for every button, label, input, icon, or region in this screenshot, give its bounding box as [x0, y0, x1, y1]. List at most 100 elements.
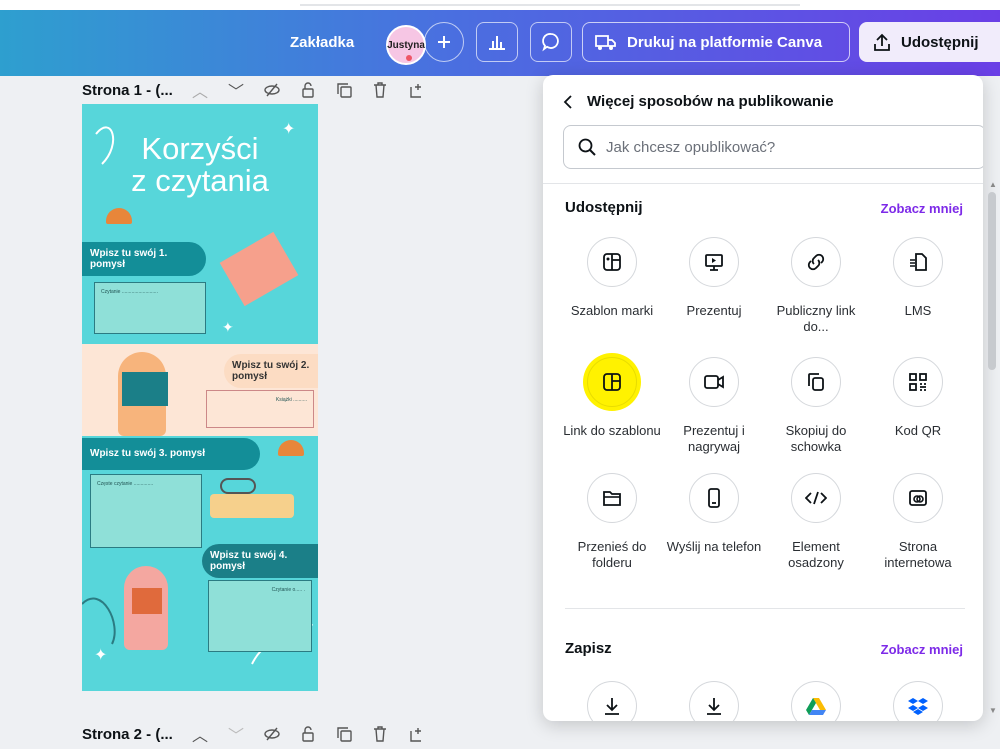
- print-with-canva-button[interactable]: Drukuj na platformie Canva: [582, 22, 850, 62]
- chevron-up-icon[interactable]: ︿: [192, 82, 208, 101]
- tile-circle: [587, 681, 637, 721]
- publish-panel: Więcej sposobów na publikowanie Jak chce…: [543, 75, 983, 721]
- add-page-icon[interactable]: [408, 726, 424, 742]
- avatar-status-dot: [406, 55, 412, 61]
- tile-present[interactable]: Prezentuj: [664, 237, 764, 319]
- tile-google-drive[interactable]: [766, 681, 866, 721]
- share-button[interactable]: Udostępnij: [859, 22, 1000, 62]
- phone-icon: [708, 488, 720, 508]
- tile-move-folder[interactable]: Przenieś do folderu: [562, 473, 662, 571]
- tile-label: Publiczny link do...: [776, 303, 856, 334]
- tile-website[interactable]: Strona internetowa: [868, 473, 968, 571]
- tile-circle: [791, 237, 841, 287]
- search-icon: [578, 138, 596, 156]
- save-see-less-link[interactable]: Zobacz mniej: [881, 642, 963, 657]
- lms-icon: [910, 253, 927, 271]
- tile-label: Strona internetowa: [884, 539, 952, 570]
- tile-circle: [791, 681, 841, 721]
- link-icon: [807, 253, 825, 271]
- hide-icon[interactable]: [264, 82, 280, 98]
- lock-icon[interactable]: [300, 82, 316, 98]
- save-section-title: Zapisz: [565, 640, 612, 657]
- tile-label: Przenieś do folderu: [577, 539, 647, 570]
- reader-book: [122, 372, 168, 406]
- tile-send-phone[interactable]: Wyślij na telefon: [664, 473, 764, 555]
- comments-button[interactable]: [530, 22, 572, 62]
- duplicate-icon[interactable]: [336, 82, 352, 98]
- glasses-illustration: [220, 478, 256, 494]
- note-4: Czytanie o..... .: [208, 580, 312, 652]
- tile-qr-code[interactable]: Kod QR: [868, 357, 968, 439]
- design-page-1[interactable]: ✦ ✦ ✦ Korzyści z czytania Wpisz tu swój …: [82, 104, 318, 691]
- tile-circle: [893, 357, 943, 407]
- tile-circle: [791, 357, 841, 407]
- record-icon: [704, 375, 724, 389]
- panel-title: Więcej sposobów na publikowanie: [587, 93, 834, 110]
- chevron-up-icon[interactable]: ︿: [192, 726, 208, 745]
- search-placeholder: Jak chcesz opublikować?: [606, 138, 776, 156]
- chevron-down-icon[interactable]: ﹀: [228, 82, 244, 101]
- publish-search-input[interactable]: Jak chcesz opublikować?: [563, 125, 983, 169]
- download-icon: [707, 698, 721, 715]
- idea-2-label: Wpisz tu swój 2. pomysł: [224, 354, 318, 388]
- tile-circle: [689, 681, 739, 721]
- share-label: Udostępnij: [901, 33, 979, 51]
- trash-icon[interactable]: [372, 82, 388, 98]
- scroll-up-arrow[interactable]: ▲: [989, 180, 997, 189]
- bookmark-label[interactable]: Zakładka: [290, 34, 354, 51]
- qr-code-icon: [909, 373, 927, 391]
- tile-label: Element osadzony: [788, 539, 844, 570]
- tile-copy-clipboard[interactable]: Skopiuj do schowka: [766, 357, 866, 455]
- tile-lms[interactable]: LMS: [868, 237, 968, 319]
- tile-template-link[interactable]: Link do szablonu: [562, 353, 662, 439]
- print-label: Drukuj na platformie Canva: [627, 33, 823, 51]
- chevron-down-icon[interactable]: ﹀: [228, 726, 244, 745]
- lock-icon[interactable]: [300, 726, 316, 742]
- panel-header: Więcej sposobów na publikowanie: [563, 93, 834, 110]
- trash-icon[interactable]: [372, 726, 388, 742]
- tile-download[interactable]: [562, 681, 662, 721]
- tile-label: Link do szablonu: [563, 423, 661, 438]
- avatar-name: Justyna: [387, 39, 425, 51]
- page-title[interactable]: Strona 1 - (...: [82, 82, 182, 99]
- tile-circle: [791, 473, 841, 523]
- note-3: Częste czytanie ..............: [90, 474, 202, 548]
- back-chevron-icon[interactable]: [563, 94, 573, 109]
- divider: [543, 183, 983, 184]
- avatar[interactable]: Justyna: [386, 25, 426, 65]
- girl-book: [132, 588, 162, 614]
- dropbox-icon: [908, 698, 928, 715]
- comment-icon: [542, 33, 559, 52]
- tile-circle: [893, 681, 943, 721]
- tile-embed[interactable]: Element osadzony: [766, 473, 866, 571]
- tile-brand-template[interactable]: Szablon marki: [562, 237, 662, 319]
- tile-public-link[interactable]: Publiczny link do...: [766, 237, 866, 335]
- design-title-line2: z czytania: [131, 163, 269, 198]
- page-title-2[interactable]: Strona 2 - (...: [82, 726, 182, 743]
- browser-strip: [0, 0, 1000, 10]
- tile-dropbox[interactable]: [868, 681, 968, 721]
- note-1: Czytanie ..........................: [94, 282, 206, 334]
- page-toolbar-2: Strona 2 - (... ︿ ﹀: [82, 722, 424, 746]
- section-separator: [565, 608, 965, 609]
- copy-icon: [808, 373, 824, 391]
- idea-4-label: Wpisz tu swój 4. pomysł: [202, 544, 318, 578]
- insights-button[interactable]: [476, 22, 518, 62]
- add-collaborator-button[interactable]: [424, 22, 464, 62]
- share-section-title: Udostępnij: [565, 199, 643, 216]
- note-2: Książki ..........: [206, 390, 314, 428]
- tile-circle: [893, 237, 943, 287]
- duplicate-icon[interactable]: [336, 726, 352, 742]
- add-page-icon[interactable]: [408, 82, 424, 98]
- panel-scrollbar-thumb[interactable]: [988, 192, 996, 370]
- tile-circle: [893, 473, 943, 523]
- tile-download-2[interactable]: [664, 681, 764, 721]
- truck-icon: [595, 35, 616, 50]
- scroll-down-arrow[interactable]: ▼: [989, 706, 997, 715]
- tile-present-record[interactable]: Prezentuj i nagrywaj: [664, 357, 764, 455]
- svg-text:✦: ✦: [222, 319, 234, 335]
- hide-icon[interactable]: [264, 726, 280, 742]
- embed-icon: [805, 491, 827, 505]
- tile-circle: [587, 357, 637, 407]
- share-see-less-link[interactable]: Zobacz mniej: [881, 201, 963, 216]
